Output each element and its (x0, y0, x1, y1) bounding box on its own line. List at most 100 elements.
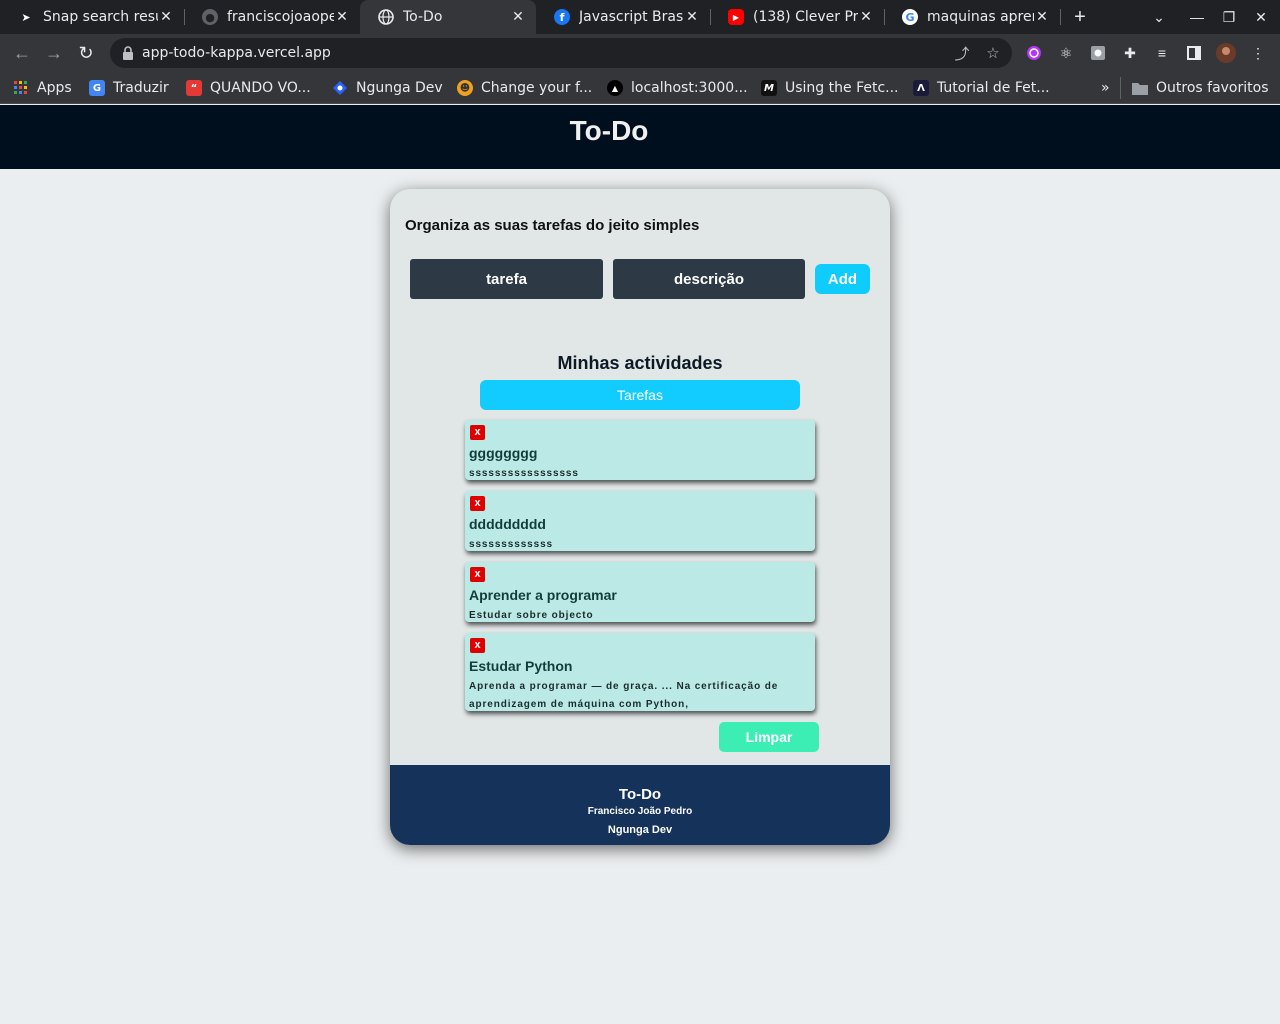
close-icon[interactable]: ✕ (510, 9, 526, 25)
share-icon[interactable]: ⤴ (952, 43, 972, 63)
browser-tab-strip: ➤ Snap search results ✕ ● franciscojoaop… (0, 0, 1280, 34)
task-description: Aprenda a programar — de graça. ... Na c… (469, 681, 779, 710)
task-name: Aprender a programar (469, 587, 617, 603)
triangle-icon: ▲ (607, 80, 623, 96)
forward-arrow-icon[interactable]: → (42, 41, 66, 65)
restore-icon[interactable]: ❐ (1213, 0, 1245, 34)
youtube-icon: ▶ (728, 9, 744, 25)
close-icon[interactable]: ✕ (1034, 9, 1050, 25)
new-tab-button[interactable]: + (1068, 5, 1092, 29)
task-item: x ddddddddd sssssssssssss (465, 491, 815, 551)
bookmarks-bar: Apps G Traduzir “ QUANDO VO... Ngunga De… (0, 72, 1280, 104)
kebab-menu-icon[interactable]: ⋮ (1248, 43, 1268, 63)
close-window-icon[interactable]: ✕ (1245, 0, 1277, 34)
task-item: x Aprender a programar Estudar sobre obj… (465, 562, 815, 622)
section-title: Minhas actividades (557, 353, 723, 373)
delete-task-button[interactable]: x (470, 496, 485, 511)
ngunga-icon (332, 80, 348, 96)
subtitle: Organiza as suas tarefas do jeito simple… (405, 217, 700, 234)
side-panel-icon[interactable] (1184, 43, 1204, 63)
tab-google[interactable]: G maquinas aprendizagem ✕ (884, 0, 1061, 34)
facebook-icon: f (554, 9, 570, 25)
close-icon[interactable]: ✕ (158, 9, 174, 25)
browser-toolbar: ← → ↻ app-todo-kappa.vercel.app ⤴ ☆ ⚛ ✚ … (0, 34, 1280, 72)
minimize-icon[interactable]: — (1181, 0, 1213, 34)
tab-title: maquinas aprendizagem (927, 9, 1034, 25)
extension-purple-icon[interactable] (1024, 43, 1044, 63)
reading-list-icon[interactable]: ≡ (1152, 43, 1172, 63)
bookmark-change[interactable]: ☻ Change your f... (457, 77, 592, 99)
clear-button[interactable]: Limpar (719, 722, 819, 752)
bookmark-ngunga[interactable]: Ngunga Dev (332, 77, 443, 99)
tab-title: Javascript Brasil (579, 9, 684, 25)
bookmark-label: Apps (37, 80, 72, 96)
bookmark-label: Ngunga Dev (356, 80, 443, 96)
close-icon[interactable]: ✕ (684, 9, 700, 25)
bookmarks-divider (1120, 77, 1121, 99)
back-arrow-icon[interactable]: ← (10, 41, 34, 65)
tab-title: Snap search results (43, 9, 158, 25)
task-item: x gggggggg sssssssssssssssss (465, 420, 815, 480)
bookmark-label: Change your f... (481, 80, 593, 96)
mdn-icon: M (761, 80, 777, 96)
tab-tarefas[interactable]: Tarefas (480, 380, 800, 410)
tab-title: franciscojoaopedro (227, 9, 334, 25)
tab-github[interactable]: ● franciscojoaopedro ✕ (184, 0, 360, 34)
lock-icon (120, 45, 136, 61)
footer-brand: Ngunga Dev (607, 824, 673, 836)
footer-title: To-Do (618, 786, 662, 803)
folder-icon (1132, 80, 1148, 96)
url-text: app-todo-kappa.vercel.app (142, 45, 331, 61)
bookmark-label: QUANDO VO... (210, 80, 311, 96)
bookmark-other-folder[interactable]: Outros favoritos (1132, 77, 1269, 99)
reload-icon[interactable]: ↻ (74, 41, 98, 65)
bookmarks-overflow-button[interactable]: » (1101, 77, 1110, 99)
bookmark-label: localhost:3000... (631, 80, 748, 96)
bookmark-fetch[interactable]: M Using the Fetc... (761, 77, 899, 99)
delete-task-button[interactable]: x (470, 567, 485, 582)
task-item: x Estudar Python Aprenda a programar — d… (465, 633, 815, 711)
extension-box-icon[interactable] (1088, 43, 1108, 63)
bookmark-label: Tutorial de Fet... (937, 80, 1050, 96)
task-name: ddddddddd (469, 516, 546, 532)
google-icon: G (902, 9, 918, 25)
bookmark-quando[interactable]: “ QUANDO VO... (186, 77, 311, 99)
bookmark-label: Traduzir (113, 80, 169, 96)
profile-avatar-icon[interactable] (1216, 43, 1236, 63)
app-footer: To-Do Francisco João Pedro Ngunga Dev (390, 765, 890, 845)
snap-icon: ➤ (21, 10, 31, 24)
task-name: Estudar Python (469, 658, 573, 674)
quote-icon: “ (186, 80, 202, 96)
address-bar[interactable]: app-todo-kappa.vercel.app ⤴ ☆ (110, 38, 1012, 68)
tab-snap[interactable]: ➤ Snap search results ✕ (0, 0, 185, 34)
tab-youtube[interactable]: ▶ (138) Clever Programmer ✕ (710, 0, 885, 34)
add-button[interactable]: Add (815, 264, 870, 294)
page-title: To-Do (569, 115, 649, 146)
chevron-down-icon[interactable]: ⌄ (1143, 0, 1175, 34)
globe-icon (378, 9, 394, 25)
task-title-input[interactable] (410, 259, 603, 299)
tab-title: (138) Clever Programmer (753, 9, 858, 25)
delete-task-button[interactable]: x (470, 638, 485, 653)
delete-task-button[interactable]: x (470, 425, 485, 440)
puzzle-icon[interactable]: ✚ (1120, 43, 1140, 63)
bookmark-label: Outros favoritos (1156, 80, 1269, 96)
tab-todo[interactable]: To-Do ✕ (360, 0, 536, 34)
translate-icon: G (89, 80, 105, 96)
tutorial-icon: Λ (913, 80, 929, 96)
star-icon[interactable]: ☆ (983, 43, 1003, 63)
close-icon[interactable]: ✕ (334, 9, 350, 25)
close-icon[interactable]: ✕ (858, 9, 874, 25)
tab-facebook[interactable]: f Javascript Brasil ✕ (536, 0, 711, 34)
tab-separator (1060, 9, 1061, 25)
react-devtools-icon[interactable]: ⚛ (1056, 43, 1076, 63)
task-name: gggggggg (469, 445, 538, 461)
bookmark-traduzir[interactable]: G Traduzir (89, 77, 169, 99)
github-icon: ● (202, 9, 218, 25)
bookmark-localhost[interactable]: ▲ localhost:3000... (607, 77, 748, 99)
todo-card: Organiza as suas tarefas do jeito simple… (390, 189, 890, 845)
task-description-input[interactable] (613, 259, 805, 299)
bookmark-tutorial[interactable]: Λ Tutorial de Fet... (913, 77, 1050, 99)
bookmark-apps[interactable]: Apps (13, 77, 72, 99)
task-description: Estudar sobre objecto (469, 610, 594, 621)
